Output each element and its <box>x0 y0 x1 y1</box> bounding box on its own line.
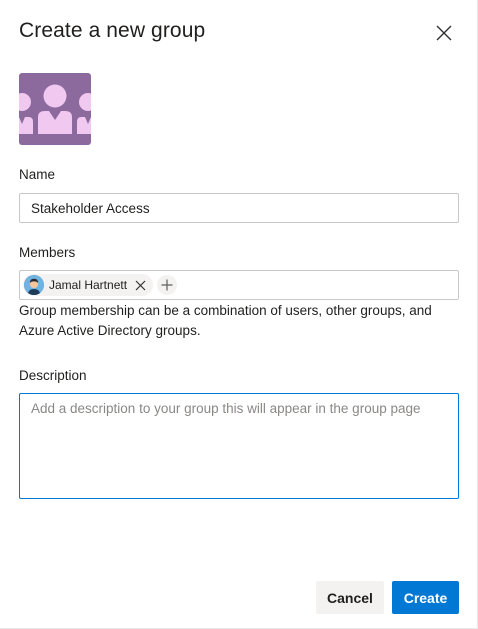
members-picker[interactable]: Jamal Hartnett <box>19 270 459 300</box>
member-name: Jamal Hartnett <box>49 278 128 292</box>
plus-icon <box>161 279 173 291</box>
description-label: Description <box>19 368 87 383</box>
cancel-button[interactable]: Cancel <box>316 581 384 614</box>
group-icon <box>19 84 91 134</box>
description-input[interactable] <box>19 393 459 499</box>
avatar <box>24 275 44 295</box>
remove-member-button[interactable] <box>133 278 147 292</box>
members-helper-text: Group membership can be a combination of… <box>19 303 432 338</box>
name-label: Name <box>19 167 56 182</box>
members-label: Members <box>19 245 76 260</box>
create-group-dialog: Create a new group Name Members <box>0 0 478 629</box>
remove-icon <box>135 280 145 290</box>
group-avatar[interactable] <box>19 73 91 145</box>
close-button[interactable] <box>432 21 456 45</box>
dialog-title: Create a new group <box>19 19 206 42</box>
name-input[interactable] <box>19 193 459 223</box>
close-icon <box>436 25 452 41</box>
add-member-button[interactable] <box>157 275 178 295</box>
create-button[interactable]: Create <box>392 581 459 614</box>
member-pill[interactable]: Jamal Hartnett <box>23 274 154 296</box>
